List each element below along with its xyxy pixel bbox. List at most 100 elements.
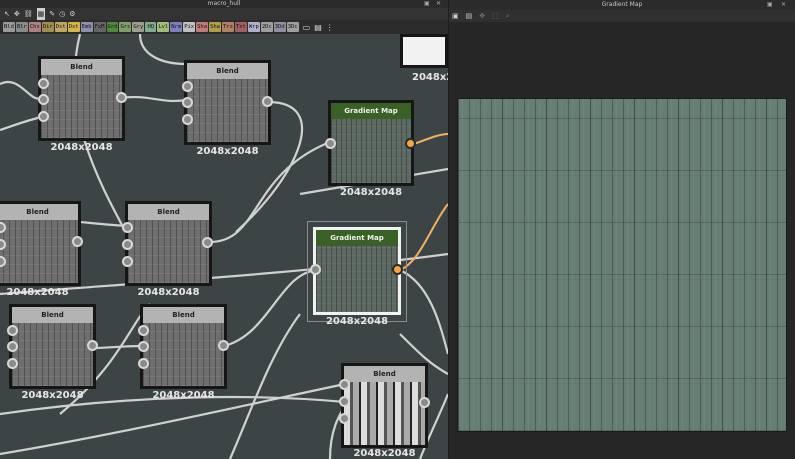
- link-icon[interactable]: ⛓: [24, 8, 33, 20]
- filter-chip[interactable]: Bld: [3, 22, 15, 32]
- input-port[interactable]: [138, 341, 149, 352]
- filter-chip[interactable]: Dst: [54, 22, 67, 32]
- input-port[interactable]: [325, 138, 336, 149]
- output-port[interactable]: [419, 397, 430, 408]
- restore-window-icon[interactable]: ▣: [424, 0, 430, 8]
- input-port[interactable]: [339, 379, 350, 390]
- input-port[interactable]: [122, 239, 133, 250]
- output-port[interactable]: [392, 264, 403, 275]
- node-title: Blend: [143, 307, 224, 323]
- input-port[interactable]: [38, 111, 49, 122]
- filter-chip[interactable]: Grs: [119, 22, 132, 32]
- select-icon[interactable]: ↖: [4, 8, 10, 20]
- input-port[interactable]: [7, 325, 18, 336]
- gradient-map-node-2[interactable]: Gradient Map: [313, 227, 401, 315]
- input-port[interactable]: [38, 94, 49, 105]
- input-port[interactable]: [7, 358, 18, 369]
- image-icon[interactable]: ▣: [452, 10, 459, 22]
- filter-chip[interactable]: Dst: [67, 22, 80, 32]
- input-port[interactable]: [138, 325, 149, 336]
- input-port[interactable]: [182, 81, 193, 92]
- filter-chip[interactable]: HQ: [145, 22, 157, 32]
- output-port[interactable]: [218, 340, 229, 351]
- gradient-map-node-1[interactable]: Gradient Map: [328, 100, 414, 186]
- filter-chip[interactable]: Nrm: [170, 22, 183, 32]
- close-window-icon[interactable]: ✕: [781, 0, 786, 10]
- blend-node-4[interactable]: Blend: [125, 201, 212, 286]
- settings-icon[interactable]: ⚙: [69, 8, 75, 20]
- filter-chip[interactable]: Trs: [222, 22, 234, 32]
- filter-chip[interactable]: Emb: [80, 22, 93, 32]
- channels-icon[interactable]: ▤: [466, 10, 473, 22]
- input-port[interactable]: [182, 114, 193, 125]
- input-port[interactable]: [122, 256, 133, 267]
- input-port[interactable]: [138, 358, 149, 369]
- comment-icon[interactable]: ▭: [303, 23, 311, 32]
- node-title: Blend: [128, 204, 209, 220]
- filter-chip[interactable]: Sha: [196, 22, 209, 32]
- clock-icon[interactable]: ◷: [59, 8, 65, 20]
- output-port[interactable]: [72, 236, 83, 247]
- input-port[interactable]: [7, 341, 18, 352]
- filter-chip[interactable]: Gry: [132, 22, 145, 32]
- blend-node-1[interactable]: Blend: [38, 56, 125, 141]
- node-resolution: 2048x2048: [21, 390, 84, 401]
- texture-preview-image[interactable]: [457, 98, 787, 432]
- pan-icon[interactable]: ✥: [14, 8, 20, 20]
- filter-chip[interactable]: Dir: [41, 22, 54, 32]
- node-resolution: 2048x2048: [137, 287, 200, 298]
- node-thumbnail: [12, 323, 93, 386]
- wire: [223, 268, 319, 348]
- output-port[interactable]: [262, 96, 273, 107]
- node-title: Blend: [187, 63, 268, 79]
- node-resolution: 2048x2048: [50, 142, 113, 153]
- restore-window-icon[interactable]: ▣: [767, 0, 773, 10]
- node-title: Blend: [0, 204, 78, 220]
- filter-chip[interactable]: Blr: [15, 22, 28, 32]
- preview-toolbar: ▣ ▤ ✥ ⬚ ⌕: [449, 10, 795, 22]
- move-icon[interactable]: ✥: [479, 10, 485, 22]
- node-resolution: 2048x2048: [353, 448, 416, 459]
- graph-panel[interactable]: macro_hull ▣ ✕ ↖ ✥ ⛓ ▦ ✎ ◷ ⚙ Bld Blr Chs Di…: [0, 0, 448, 459]
- filter-chip[interactable]: Sha: [209, 22, 221, 32]
- fit-icon[interactable]: ⬚: [492, 10, 499, 22]
- filter-chip[interactable]: Chs: [28, 22, 41, 32]
- close-window-icon[interactable]: ✕: [436, 0, 441, 8]
- filter-chip[interactable]: FxM: [93, 22, 106, 32]
- filter-chip[interactable]: Grd: [106, 22, 119, 32]
- blend-node-2[interactable]: Blend: [184, 60, 271, 145]
- filter-chip[interactable]: 2Dc: [260, 22, 273, 32]
- node-filter-bar: Bld Blr Chs Dir Dst Dst Emb FxM Grd Grs Gry HQ Lvl Nr…: [0, 20, 448, 34]
- blend-node-7[interactable]: Blend: [341, 363, 428, 448]
- comment-icon[interactable]: ✎: [49, 8, 55, 20]
- zoom-icon[interactable]: ⌕: [506, 10, 510, 22]
- filter-chip[interactable]: 3Dd: [273, 22, 286, 32]
- more-icon[interactable]: ⋮: [326, 23, 334, 32]
- output-port[interactable]: [87, 340, 98, 351]
- blend-node-5[interactable]: Blend: [9, 304, 96, 389]
- graph-canvas[interactable]: Blend 2048x2048 Blend 2048x2048 Gradient…: [0, 34, 448, 459]
- filter-chip[interactable]: Lvl: [157, 22, 170, 32]
- node-thumbnail: [143, 323, 224, 386]
- filter-chip[interactable]: 3Dc: [286, 22, 299, 32]
- input-port[interactable]: [339, 413, 350, 424]
- input-port[interactable]: [182, 97, 193, 108]
- frame-icon[interactable]: ▦: [36, 8, 46, 20]
- input-port[interactable]: [310, 264, 321, 275]
- node-thumbnail: [187, 79, 268, 142]
- wire: [119, 96, 187, 102]
- input-port[interactable]: [38, 78, 49, 89]
- partial-node-thumbnail[interactable]: [400, 34, 448, 68]
- filter-chip[interactable]: Pix: [183, 22, 196, 32]
- output-port[interactable]: [405, 138, 416, 149]
- node-resolution: 2048x2048: [325, 316, 389, 327]
- output-port[interactable]: [116, 92, 127, 103]
- frame-icon[interactable]: ▤: [314, 23, 322, 32]
- input-port[interactable]: [339, 396, 350, 407]
- output-port[interactable]: [202, 237, 213, 248]
- input-port[interactable]: [122, 222, 133, 233]
- filter-chip[interactable]: Txt: [234, 22, 247, 32]
- blend-node-6[interactable]: Blend: [140, 304, 227, 389]
- filter-chip[interactable]: Wrp: [247, 22, 260, 32]
- blend-node-3[interactable]: Blend: [0, 201, 81, 286]
